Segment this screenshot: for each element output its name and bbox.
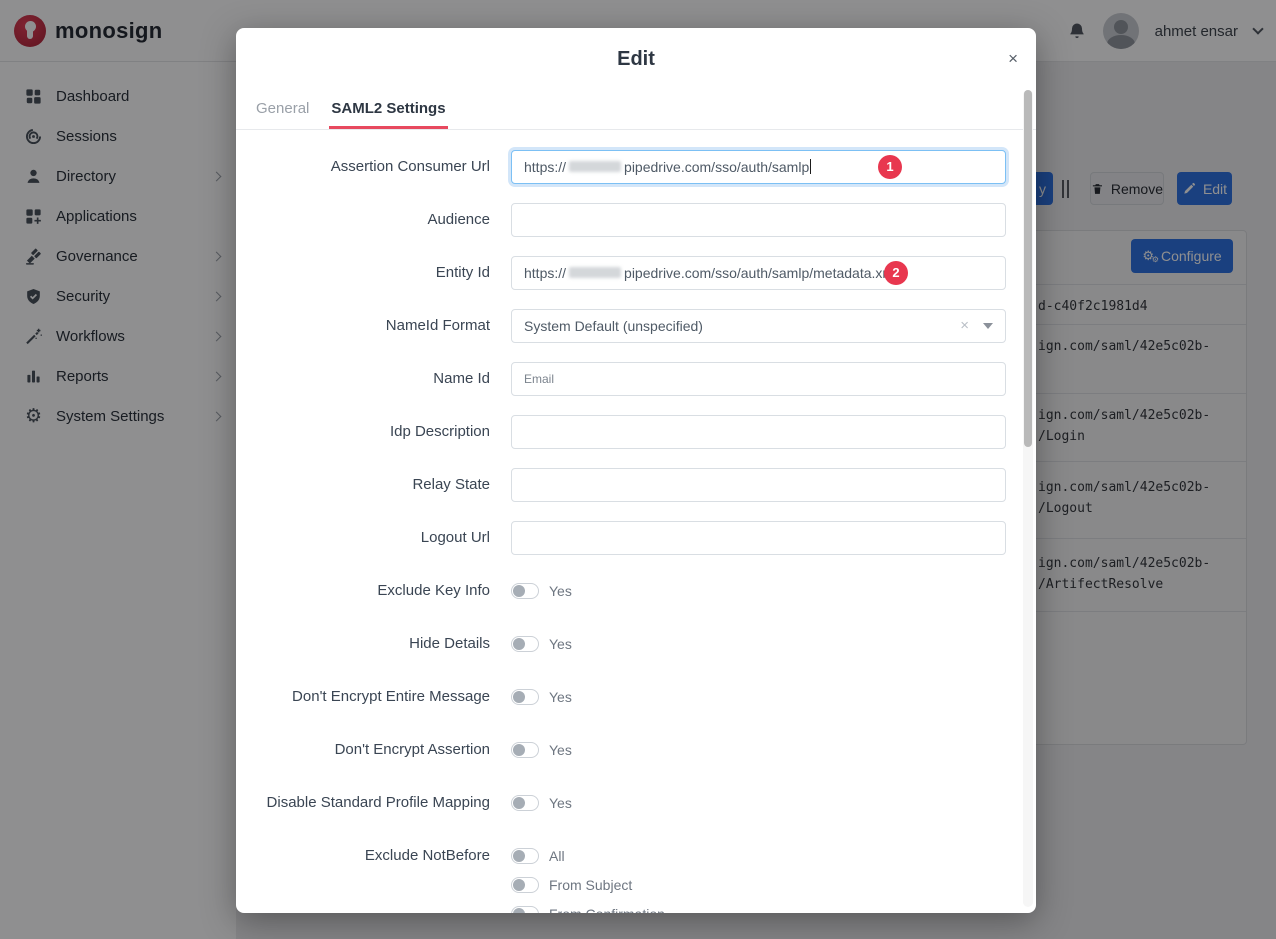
name-id-input[interactable]: Email	[511, 362, 1006, 396]
annotation-badge-2: 2	[884, 261, 908, 285]
field-label-logout-url: Logout Url	[236, 529, 490, 546]
relay-state-input[interactable]	[511, 468, 1006, 502]
field-label-exclude-notbefore: Exclude NotBefore	[236, 829, 490, 870]
field-label-dont-encrypt-assertion: Don't Encrypt Assertion	[236, 741, 490, 758]
tab-saml2-settings[interactable]: SAML2 Settings	[329, 90, 447, 129]
nameid-format-select[interactable]: System Default (unspecified) ×	[511, 309, 1006, 343]
text-cursor	[810, 159, 811, 174]
entity-id-input[interactable]: https:// pipedrive.com/sso/auth/samlp/met…	[511, 256, 1006, 290]
clear-selection-icon[interactable]: ×	[960, 317, 969, 334]
redacted-subdomain	[569, 161, 621, 172]
audience-input[interactable]	[511, 203, 1006, 237]
field-label-disable-standard-profile-mapping: Disable Standard Profile Mapping	[236, 794, 490, 811]
modal-scrollbar-track[interactable]	[1023, 90, 1033, 907]
field-label-relay-state: Relay State	[236, 476, 490, 493]
field-label-exclude-key-info: Exclude Key Info	[236, 582, 490, 599]
field-label-audience: Audience	[236, 211, 490, 228]
field-label-hide-details: Hide Details	[236, 635, 490, 652]
dont-encrypt-assertion-toggle[interactable]	[511, 742, 539, 758]
redacted-subdomain	[569, 267, 621, 278]
logout-url-input[interactable]	[511, 521, 1006, 555]
dont-encrypt-entire-message-toggle[interactable]	[511, 689, 539, 705]
url-prefix: https://	[524, 265, 566, 281]
disable-standard-profile-mapping-toggle[interactable]	[511, 795, 539, 811]
modal-body: Assertion Consumer Url https:// pipedrive…	[236, 130, 1036, 913]
field-label-idp-description: Idp Description	[236, 423, 490, 440]
modal-scrollbar-thumb[interactable]	[1024, 90, 1032, 447]
exclude-notbefore-all-toggle[interactable]	[511, 848, 539, 864]
idp-description-input[interactable]	[511, 415, 1006, 449]
exclude-notbefore-from-subject-toggle[interactable]	[511, 877, 539, 893]
field-label-nameid-format: NameId Format	[236, 317, 490, 334]
exclude-key-info-toggle[interactable]	[511, 583, 539, 599]
url-prefix: https://	[524, 159, 566, 175]
modal-tabs: General SAML2 Settings	[236, 90, 1036, 130]
modal-title: Edit	[236, 28, 1036, 90]
url-suffix: pipedrive.com/sso/auth/samlp/metadata.xm…	[624, 265, 897, 281]
close-icon[interactable]: ×	[1008, 28, 1018, 90]
selected-option: System Default (unspecified)	[524, 318, 703, 334]
url-suffix: pipedrive.com/sso/auth/samlp	[624, 159, 809, 175]
field-label-entity-id: Entity Id	[236, 264, 490, 281]
field-label-dont-encrypt-entire-message: Don't Encrypt Entire Message	[236, 688, 490, 705]
edit-modal: Edit × General SAML2 Settings Assertion …	[236, 28, 1036, 913]
assertion-consumer-url-input[interactable]: https:// pipedrive.com/sso/auth/samlp	[511, 150, 1006, 184]
exclude-notbefore-from-confirmation-toggle[interactable]	[511, 906, 539, 914]
field-label-name-id: Name Id	[236, 370, 490, 387]
annotation-badge-1: 1	[878, 155, 902, 179]
field-label-assertion-consumer-url: Assertion Consumer Url	[236, 158, 490, 175]
hide-details-toggle[interactable]	[511, 636, 539, 652]
dropdown-caret-icon[interactable]	[983, 323, 993, 329]
tab-general[interactable]: General	[254, 90, 311, 129]
